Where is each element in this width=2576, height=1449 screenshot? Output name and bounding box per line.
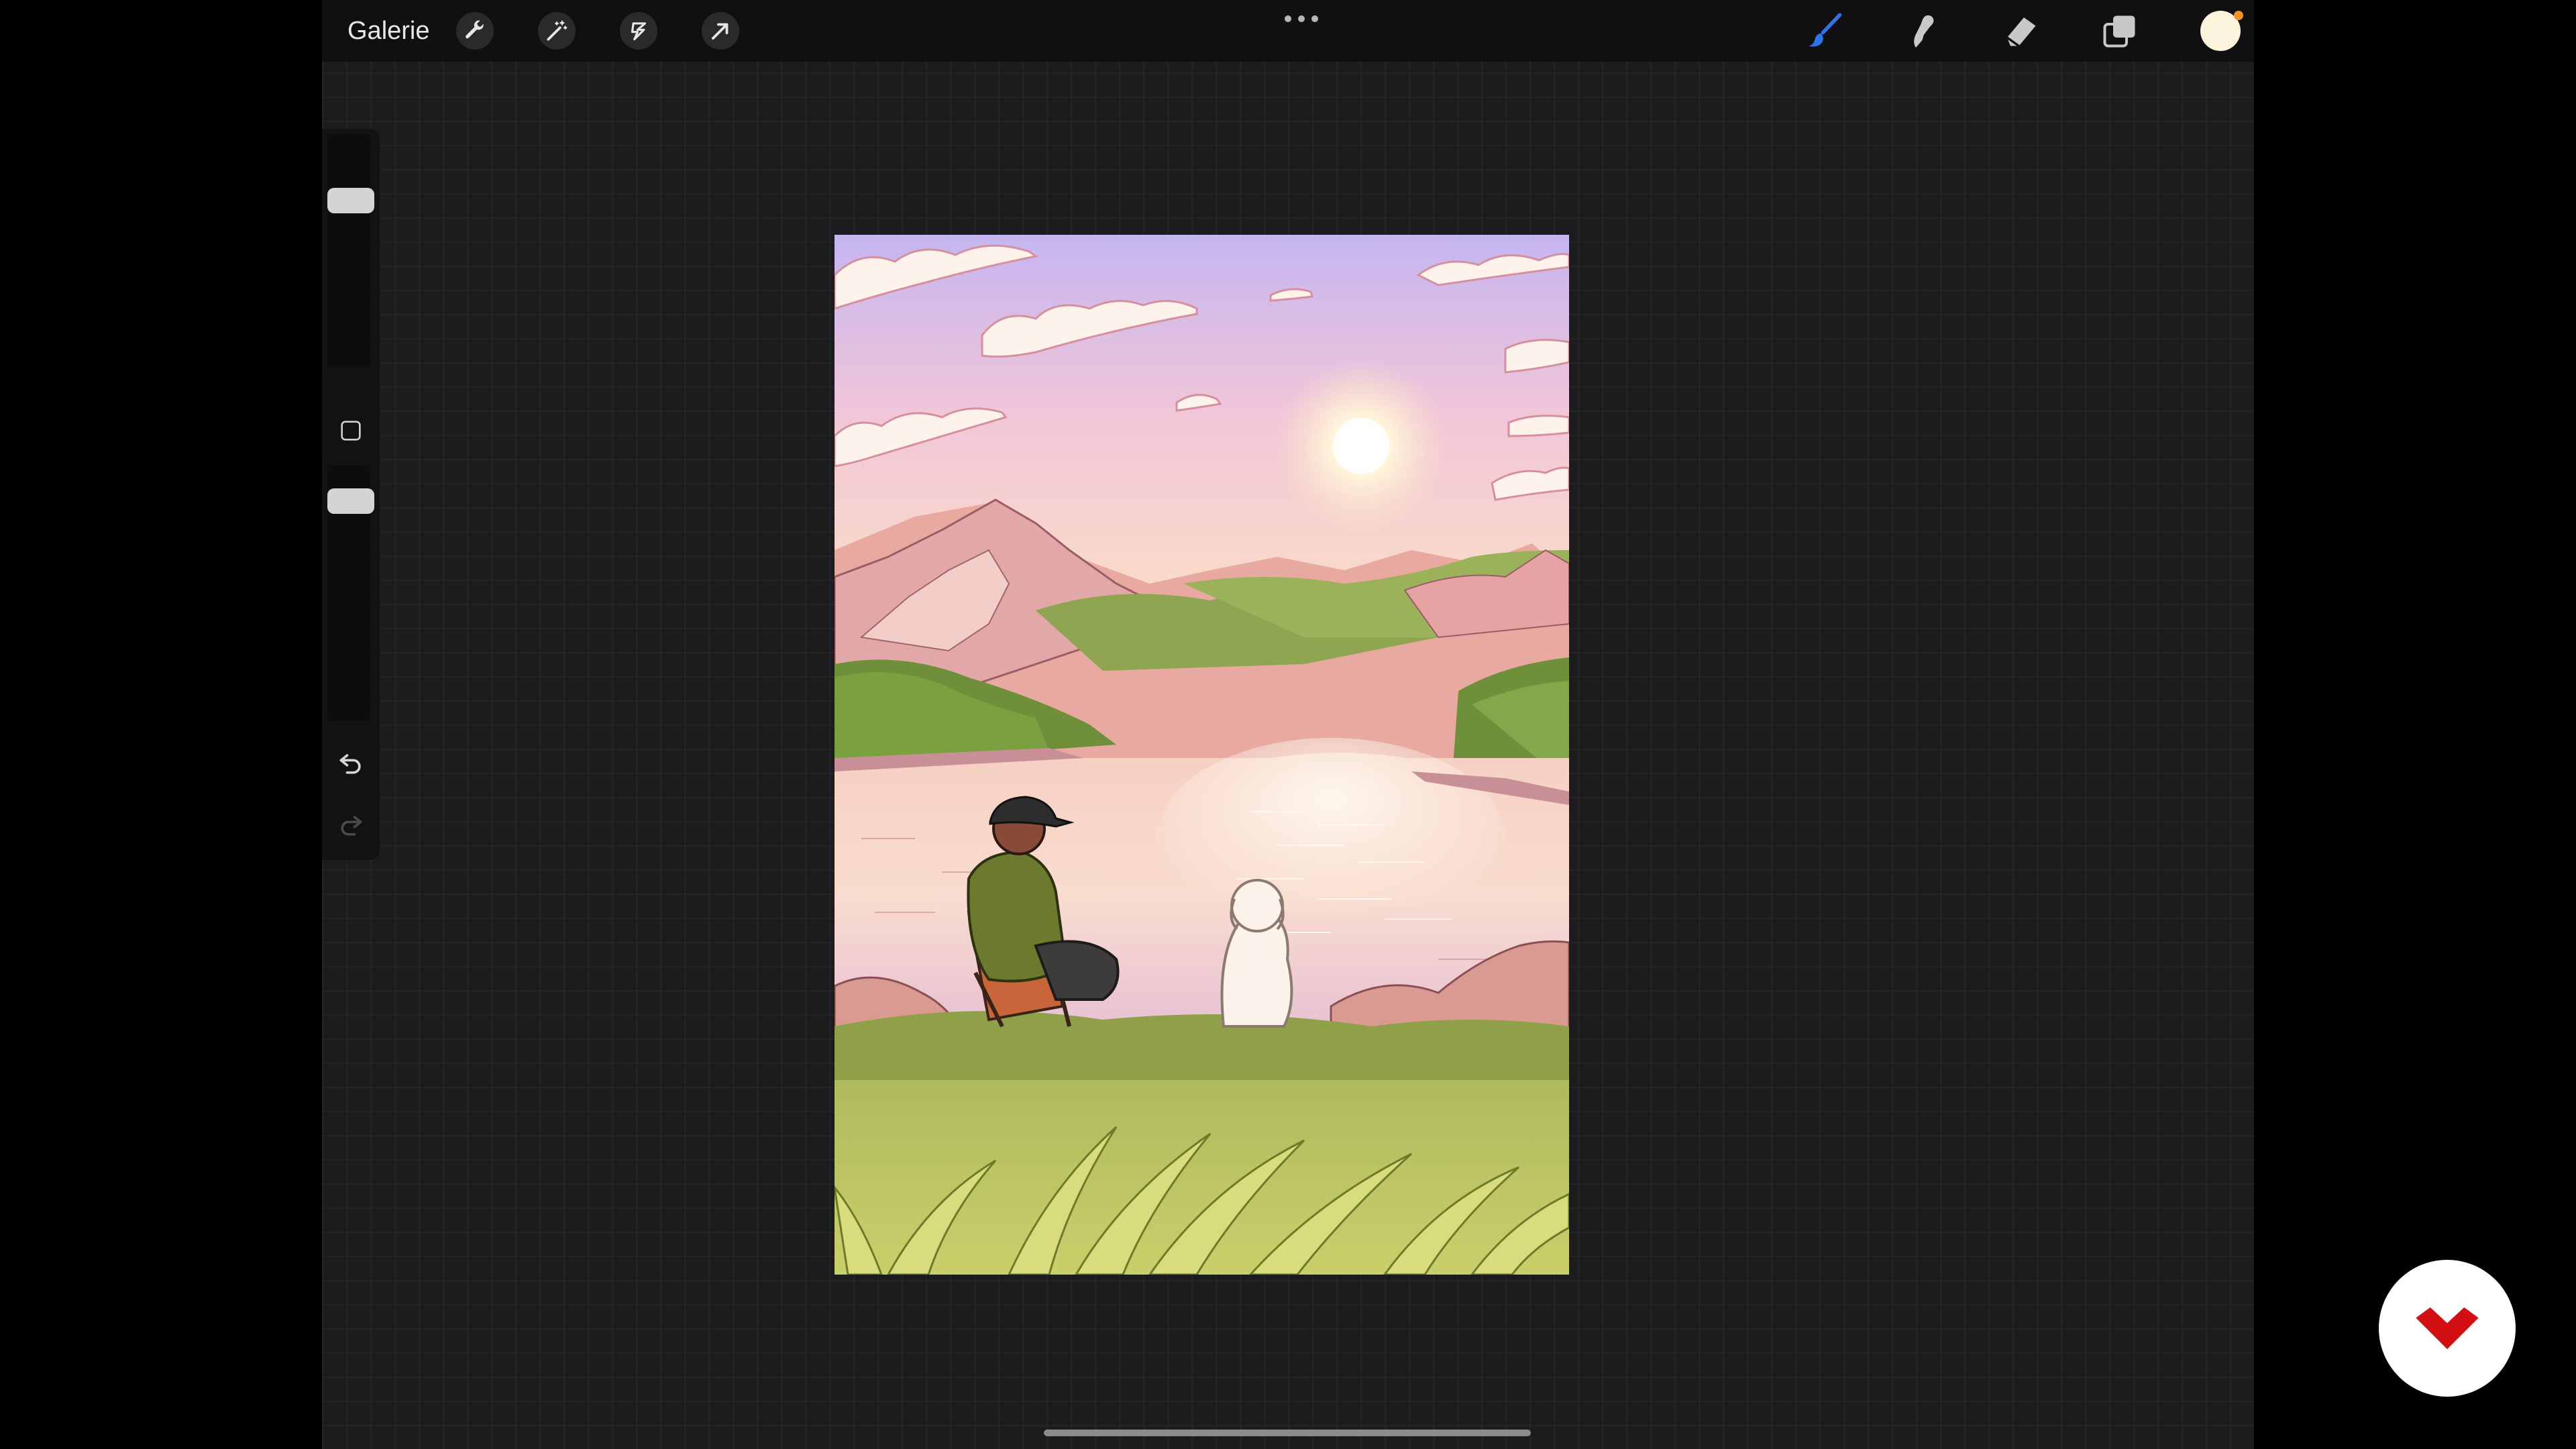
eraser-tool-button[interactable] bbox=[1999, 9, 2042, 52]
transform-button[interactable] bbox=[702, 12, 739, 50]
procreate-workspace: Galerie bbox=[322, 0, 2254, 1449]
domestika-logo-button bbox=[2379, 1260, 2516, 1397]
brush-icon bbox=[1809, 13, 1842, 47]
ellipsis-icon bbox=[1285, 15, 1318, 22]
magic-wand-icon bbox=[547, 20, 568, 41]
left-sidebar bbox=[322, 129, 380, 860]
arrow-cursor-icon bbox=[712, 23, 729, 40]
layers-button[interactable] bbox=[2098, 9, 2141, 52]
modify-square-button[interactable] bbox=[337, 417, 364, 444]
undo-icon bbox=[339, 754, 361, 774]
opacity-handle[interactable] bbox=[327, 488, 374, 514]
artwork-canvas[interactable] bbox=[835, 235, 1569, 1275]
actions-button[interactable] bbox=[456, 12, 494, 50]
wrench-icon bbox=[466, 20, 484, 39]
more-options-button[interactable] bbox=[1265, 5, 1338, 32]
redo-button[interactable] bbox=[335, 809, 366, 840]
adjustments-button[interactable] bbox=[538, 12, 576, 50]
home-indicator bbox=[1044, 1430, 1531, 1436]
redo-icon bbox=[341, 816, 362, 836]
artwork-lake-sunset bbox=[835, 235, 1569, 1275]
color-indicator-dot bbox=[2234, 11, 2243, 20]
eraser-icon bbox=[2006, 17, 2036, 47]
undo-button[interactable] bbox=[335, 747, 366, 778]
layers-icon bbox=[2103, 15, 2135, 48]
smudge-icon bbox=[1914, 15, 1934, 48]
top-toolbar: Galerie bbox=[322, 0, 2254, 62]
dog bbox=[1220, 879, 1293, 1028]
smudge-tool-button[interactable] bbox=[1901, 9, 1944, 52]
brush-size-handle[interactable] bbox=[327, 188, 374, 213]
gallery-button[interactable]: Galerie bbox=[347, 15, 430, 47]
paint-tool-button[interactable] bbox=[1803, 9, 1846, 52]
domestika-logo bbox=[2416, 1307, 2479, 1350]
selection-button[interactable] bbox=[620, 12, 657, 50]
brush-size-slider[interactable] bbox=[327, 134, 370, 368]
selection-icon bbox=[631, 22, 647, 41]
